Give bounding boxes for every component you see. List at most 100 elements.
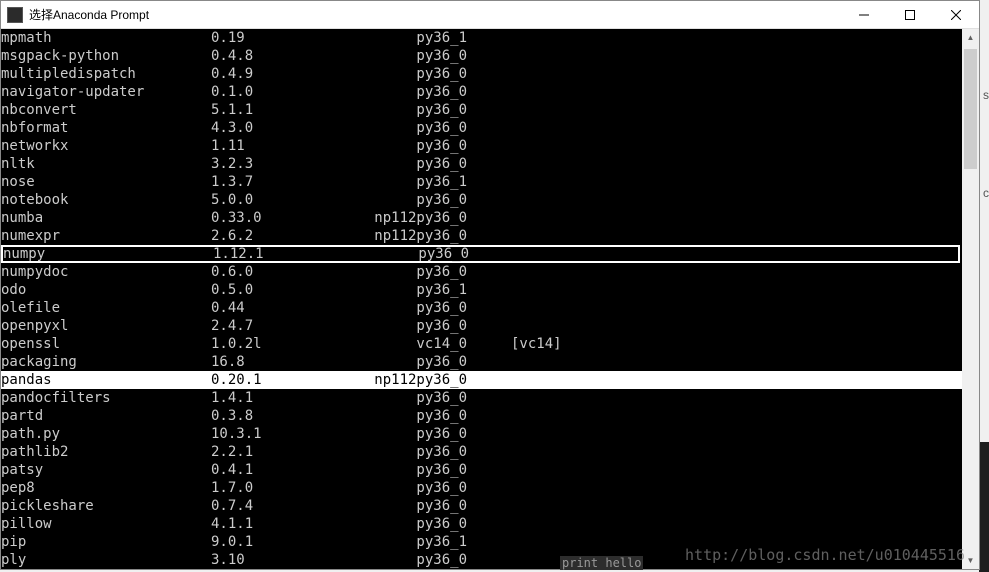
package-build: py36_1	[366, 173, 471, 191]
package-row[interactable]: numpy1.12.1py36_0	[1, 245, 960, 263]
package-version: 0.7.4	[211, 497, 366, 515]
package-row[interactable]: partd0.3.8py36_0	[1, 407, 962, 425]
package-row[interactable]: path.py10.3.1py36_0	[1, 425, 962, 443]
package-row[interactable]: pillow4.1.1py36_0	[1, 515, 962, 533]
package-version: 1.11	[211, 137, 366, 155]
package-version: 4.1.1	[211, 515, 366, 533]
package-version: 9.0.1	[211, 533, 366, 551]
package-row[interactable]: pandocfilters1.4.1py36_0	[1, 389, 962, 407]
maximize-button[interactable]	[887, 1, 933, 28]
package-row[interactable]: numba0.33.0np112py36_0	[1, 209, 962, 227]
window-title: 选择Anaconda Prompt	[29, 6, 841, 23]
package-name: nbconvert	[1, 101, 211, 119]
package-version: 4.3.0	[211, 119, 366, 137]
package-version: 1.12.1	[213, 245, 368, 263]
package-row[interactable]: navigator-updater0.1.0py36_0	[1, 83, 962, 101]
package-version: 0.33.0	[211, 209, 366, 227]
package-row[interactable]: nltk3.2.3py36_0	[1, 155, 962, 173]
package-row[interactable]: multipledispatch0.4.9py36_0	[1, 65, 962, 83]
package-row[interactable]: packaging16.8py36_0	[1, 353, 962, 371]
package-name: pip	[1, 533, 211, 551]
package-row[interactable]: pip9.0.1py36_1	[1, 533, 962, 551]
package-name: numexpr	[1, 227, 211, 245]
package-build: py36_0	[366, 101, 471, 119]
package-version: 1.3.7	[211, 173, 366, 191]
package-row[interactable]: patsy0.4.1py36_0	[1, 461, 962, 479]
package-version: 2.6.2	[211, 227, 366, 245]
package-build: py36_0	[366, 155, 471, 173]
package-name: openpyxl	[1, 317, 211, 335]
package-build: py36_0	[366, 191, 471, 209]
titlebar[interactable]: 选择Anaconda Prompt	[1, 1, 979, 29]
package-row[interactable]: notebook5.0.0py36_0	[1, 191, 962, 209]
package-name: nbformat	[1, 119, 211, 137]
package-row[interactable]: numexpr2.6.2np112py36_0	[1, 227, 962, 245]
package-row[interactable]: pickleshare0.7.4py36_0	[1, 497, 962, 515]
package-name: numpy	[3, 245, 213, 263]
package-build: py36_0	[366, 353, 471, 371]
scroll-up-arrow[interactable]: ▲	[962, 29, 979, 46]
background-dark-strip	[979, 442, 989, 572]
terminal-window: 选择Anaconda Prompt mpmath0.19py36_1msgpac…	[0, 0, 980, 570]
scroll-thumb[interactable]	[964, 49, 977, 169]
package-version: 3.2.3	[211, 155, 366, 173]
package-name: openssl	[1, 335, 211, 353]
package-build: py36_1	[366, 533, 471, 551]
package-row[interactable]: msgpack-python0.4.8py36_0	[1, 47, 962, 65]
package-build: py36_0	[366, 443, 471, 461]
package-name: nose	[1, 173, 211, 191]
package-version: 2.4.7	[211, 317, 366, 335]
package-version: 16.8	[211, 353, 366, 371]
package-name: navigator-updater	[1, 83, 211, 101]
package-name: msgpack-python	[1, 47, 211, 65]
package-row[interactable]: pep81.7.0py36_0	[1, 479, 962, 497]
package-row[interactable]: networkx1.11py36_0	[1, 137, 962, 155]
package-version: 0.4.9	[211, 65, 366, 83]
package-row[interactable]: mpmath0.19py36_1	[1, 29, 962, 47]
package-name: ply	[1, 551, 211, 569]
package-version: 3.10	[211, 551, 366, 569]
package-version: 0.3.8	[211, 407, 366, 425]
minimize-button[interactable]	[841, 1, 887, 28]
package-name: notebook	[1, 191, 211, 209]
package-version: 0.1.0	[211, 83, 366, 101]
package-row[interactable]: numpydoc0.6.0py36_0	[1, 263, 962, 281]
package-version: 2.2.1	[211, 443, 366, 461]
package-build: py36_0	[366, 389, 471, 407]
close-button[interactable]	[933, 1, 979, 28]
package-name: olefile	[1, 299, 211, 317]
package-version: 1.7.0	[211, 479, 366, 497]
package-build: py36_0	[366, 551, 471, 569]
package-version: 0.19	[211, 29, 366, 47]
package-row[interactable]: openpyxl2.4.7py36_0	[1, 317, 962, 335]
package-row[interactable]: nbconvert5.1.1py36_0	[1, 101, 962, 119]
package-version: 0.20.1	[211, 371, 366, 389]
package-row[interactable]: openssl1.0.2lvc14_0[vc14]	[1, 335, 962, 353]
package-name: pep8	[1, 479, 211, 497]
bg-text-s: s	[983, 88, 989, 102]
package-name: pandas	[1, 371, 211, 389]
package-version: 0.4.1	[211, 461, 366, 479]
package-build: np112py36_0	[366, 227, 471, 245]
package-version: 0.4.8	[211, 47, 366, 65]
package-row[interactable]: odo0.5.0py36_1	[1, 281, 962, 299]
package-build: py36_0	[366, 461, 471, 479]
package-build: vc14_0	[366, 335, 471, 353]
minimize-icon	[859, 10, 869, 20]
package-row[interactable]: pandas0.20.1np112py36_0	[1, 371, 962, 389]
bg-text-c: c	[983, 186, 989, 200]
package-build: py36_0	[366, 65, 471, 83]
package-version: 5.1.1	[211, 101, 366, 119]
package-name: mpmath	[1, 29, 211, 47]
package-row[interactable]: pathlib22.2.1py36_0	[1, 443, 962, 461]
package-build: py36_0	[366, 425, 471, 443]
terminal-output[interactable]: mpmath0.19py36_1msgpack-python0.4.8py36_…	[1, 29, 962, 569]
package-row[interactable]: nose1.3.7py36_1	[1, 173, 962, 191]
scroll-down-arrow[interactable]: ▼	[962, 552, 979, 569]
package-row[interactable]: nbformat4.3.0py36_0	[1, 119, 962, 137]
package-row[interactable]: olefile0.44py36_0	[1, 299, 962, 317]
package-build: py36_0	[366, 299, 471, 317]
vertical-scrollbar[interactable]: ▲ ▼	[962, 29, 979, 569]
package-row[interactable]: ply3.10py36_0	[1, 551, 962, 569]
package-build: py36_0	[366, 407, 471, 425]
